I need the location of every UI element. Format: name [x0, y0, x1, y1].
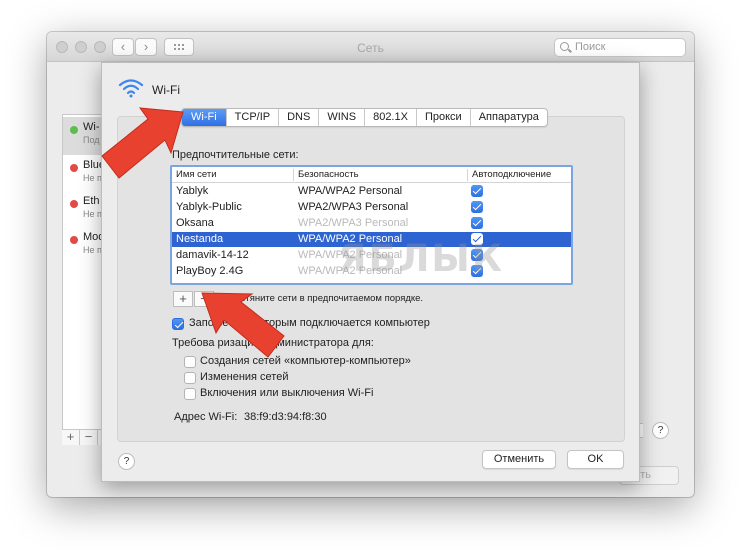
status-dot-red-icon — [70, 164, 78, 172]
tab-wifi[interactable]: Wi-Fi — [182, 109, 227, 126]
change-networks-label: Изменения сетей — [200, 371, 289, 383]
service-status: Под — [83, 135, 100, 145]
service-name: Wi- — [83, 121, 100, 133]
tab-proxy[interactable]: Прокси — [417, 109, 471, 126]
add-network-button[interactable]: + — [173, 291, 193, 307]
autojoin-checkbox[interactable] — [471, 201, 483, 213]
network-name: damavik-14-12 — [176, 249, 249, 261]
network-name: Oksana — [176, 217, 214, 229]
tab-bar: Wi-Fi TCP/IP DNS WINS 802.1X Прокси Аппа… — [181, 108, 548, 127]
search-placeholder: Поиск — [575, 41, 606, 53]
service-status: Не п — [83, 245, 102, 255]
network-name: Nestanda — [176, 233, 224, 245]
change-networks-checkbox[interactable] — [184, 372, 196, 384]
create-computer-networks-checkbox[interactable] — [184, 356, 196, 368]
column-header-name[interactable]: Имя сети — [176, 169, 217, 180]
drag-hint: Перетяните сети в предпочитаемом порядке… — [223, 293, 424, 304]
tab-8021x[interactable]: 802.1X — [365, 109, 417, 126]
service-status: Не п — [83, 173, 102, 183]
add-service-button[interactable]: + — [62, 430, 80, 445]
table-row[interactable]: Oksana WPA2/WPA3 Personal — [172, 216, 571, 231]
service-name: Eth — [83, 195, 100, 207]
wifi-address-label: Адрес Wi-Fi: — [174, 411, 238, 423]
network-name: PlayBoy 2.4G — [176, 265, 244, 277]
search-icon — [560, 42, 569, 51]
toggle-wifi-checkbox[interactable] — [184, 388, 196, 400]
preferred-networks-label: Предпочтительные сети: — [172, 149, 299, 161]
table-header: Имя сети Безопасность Автоподключение — [172, 167, 571, 183]
remove-network-button[interactable]: − — [194, 291, 214, 307]
tab-hardware[interactable]: Аппаратура — [471, 109, 547, 126]
service-status: Не п — [83, 209, 102, 219]
autojoin-checkbox[interactable] — [471, 185, 483, 197]
column-header-autojoin[interactable]: Автоподключение — [472, 169, 551, 180]
network-security: WPA2/WPA3 Personal — [298, 201, 409, 213]
network-name: Yablyk-Public — [176, 201, 242, 213]
wifi-address-value: 38:f9:d3:94:f8:30 — [244, 411, 327, 423]
network-security: WPA/WPA2 Personal — [298, 185, 403, 197]
help-button[interactable]: ? — [118, 453, 135, 470]
tab-tcpip[interactable]: TCP/IP — [227, 109, 280, 126]
remember-networks-label: Запо сети, к которым подключается компью… — [189, 317, 430, 329]
status-dot-red-icon — [70, 236, 78, 244]
ok-button[interactable]: OK — [567, 450, 624, 469]
sheet-title: Wi-Fi — [152, 83, 180, 97]
remember-networks-checkbox[interactable] — [172, 318, 184, 330]
titlebar: ‹ › Сеть Поиск — [47, 32, 694, 62]
remove-service-button[interactable]: − — [80, 430, 98, 445]
cancel-button[interactable]: Отменить — [482, 450, 556, 469]
background-help-button[interactable]: ? — [652, 422, 669, 439]
create-computer-networks-label: Создания сетей «компьютер-компьютер» — [200, 355, 411, 367]
toggle-wifi-label: Включения или выключения Wi-Fi — [200, 387, 374, 399]
wifi-icon — [118, 79, 144, 98]
tab-dns[interactable]: DNS — [279, 109, 320, 126]
search-input[interactable]: Поиск — [554, 38, 686, 57]
autojoin-checkbox[interactable] — [471, 217, 483, 229]
table-row[interactable]: Yablyk-Public WPA2/WPA3 Personal — [172, 200, 571, 215]
table-row[interactable]: Yablyk WPA/WPA2 Personal — [172, 184, 571, 199]
admin-required-label: Требова ризацию администратора для: — [172, 337, 374, 349]
status-dot-red-icon — [70, 200, 78, 208]
network-name: Yablyk — [176, 185, 209, 197]
tab-wins[interactable]: WINS — [319, 109, 366, 126]
status-dot-green-icon — [70, 126, 78, 134]
column-header-security[interactable]: Безопасность — [298, 169, 359, 180]
watermark: ЯБЛЫК — [338, 237, 505, 280]
network-security: WPA2/WPA3 Personal — [298, 217, 409, 229]
